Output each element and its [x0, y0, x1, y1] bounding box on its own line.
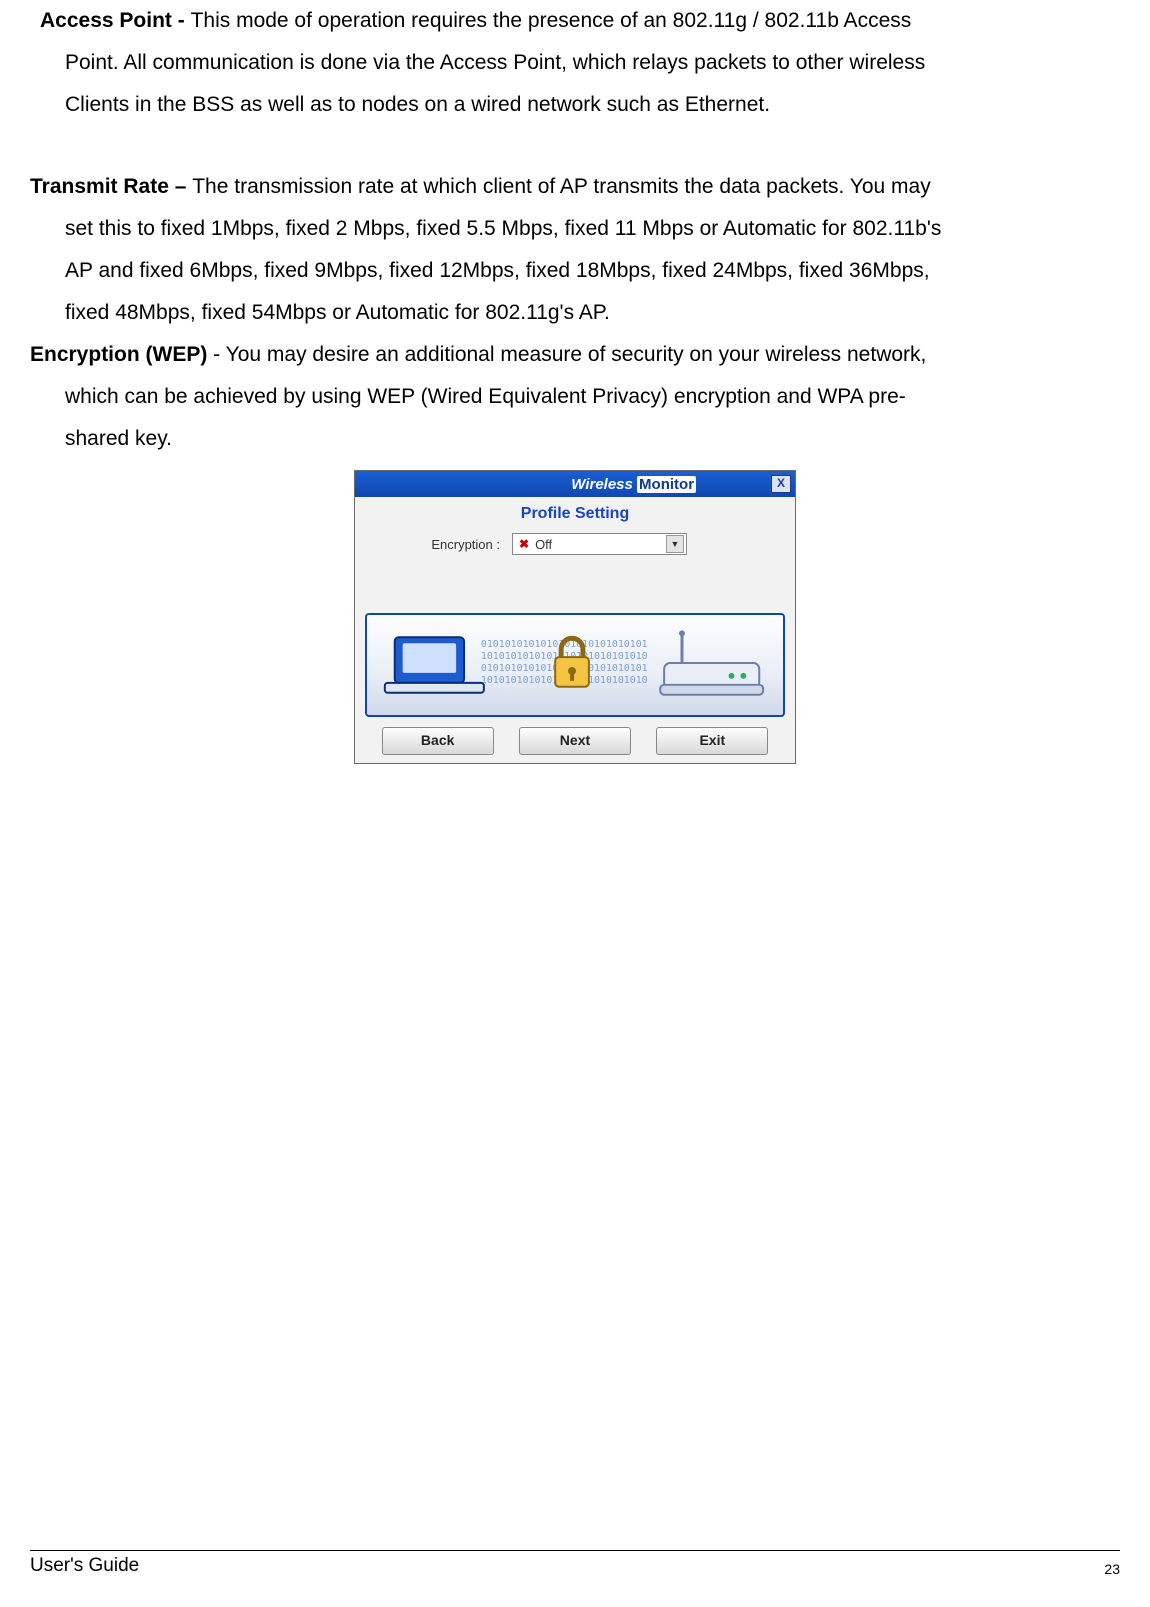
term-access-point: Access Point - — [40, 9, 191, 32]
title-wireless: Wireless — [571, 476, 637, 493]
back-button[interactable]: Back — [382, 727, 494, 755]
term-transmit-rate: Transmit Rate – — [30, 175, 192, 198]
dialog-title: Wireless Monitor — [496, 476, 771, 493]
text: which can be achieved by using WEP (Wire… — [30, 376, 1120, 418]
illustration-panel: 0101010101010101010101010101 10101010101… — [365, 613, 785, 717]
footer-divider — [30, 1550, 1120, 1551]
encryption-illustration-icon: 0101010101010101010101010101 10101010101… — [367, 615, 783, 715]
exit-button[interactable]: Exit — [656, 727, 768, 755]
text: set this to fixed 1Mbps, fixed 2 Mbps, f… — [30, 208, 1120, 250]
page-footer: User's Guide 23 — [30, 1550, 1120, 1577]
text: Clients in the BSS as well as to nodes o… — [30, 84, 1120, 126]
title-monitor: Monitor — [637, 476, 696, 493]
chevron-down-icon[interactable]: ▼ — [666, 535, 684, 553]
paragraph-encryption: Encryption (WEP) - You may desire an add… — [30, 334, 1120, 460]
paragraph-access-point: Access Point - This mode of operation re… — [30, 0, 1120, 126]
text: shared key. — [30, 418, 1120, 460]
paragraph-transmit-rate: Transmit Rate – The transmission rate at… — [30, 166, 1120, 334]
wireless-monitor-dialog: Wireless Monitor X Profile Setting Encry… — [354, 470, 796, 764]
off-icon: ✖ — [519, 537, 529, 551]
text: This mode of operation requires the pres… — [191, 9, 912, 32]
encryption-select[interactable]: ✖ Off ▼ — [512, 533, 687, 555]
encryption-label: Encryption : — [415, 537, 500, 552]
close-button[interactable]: X — [771, 475, 791, 493]
footer-guide-label: User's Guide — [30, 1555, 139, 1577]
text: Point. All communication is done via the… — [30, 42, 1120, 84]
text: - You may desire an additional measure o… — [213, 343, 926, 366]
footer-page-number: 23 — [1104, 1561, 1120, 1577]
term-encryption-wep: Encryption (WEP) — [30, 343, 213, 366]
text: The transmission rate at which client of… — [192, 175, 931, 198]
text: AP and fixed 6Mbps, fixed 9Mbps, fixed 1… — [30, 250, 1120, 292]
dialog-titlebar: Wireless Monitor X — [355, 471, 795, 497]
text: fixed 48Mbps, fixed 54Mbps or Automatic … — [30, 292, 1120, 334]
next-button[interactable]: Next — [519, 727, 631, 755]
encryption-value: Off — [535, 537, 552, 552]
dialog-subheader: Profile Setting — [355, 505, 795, 523]
